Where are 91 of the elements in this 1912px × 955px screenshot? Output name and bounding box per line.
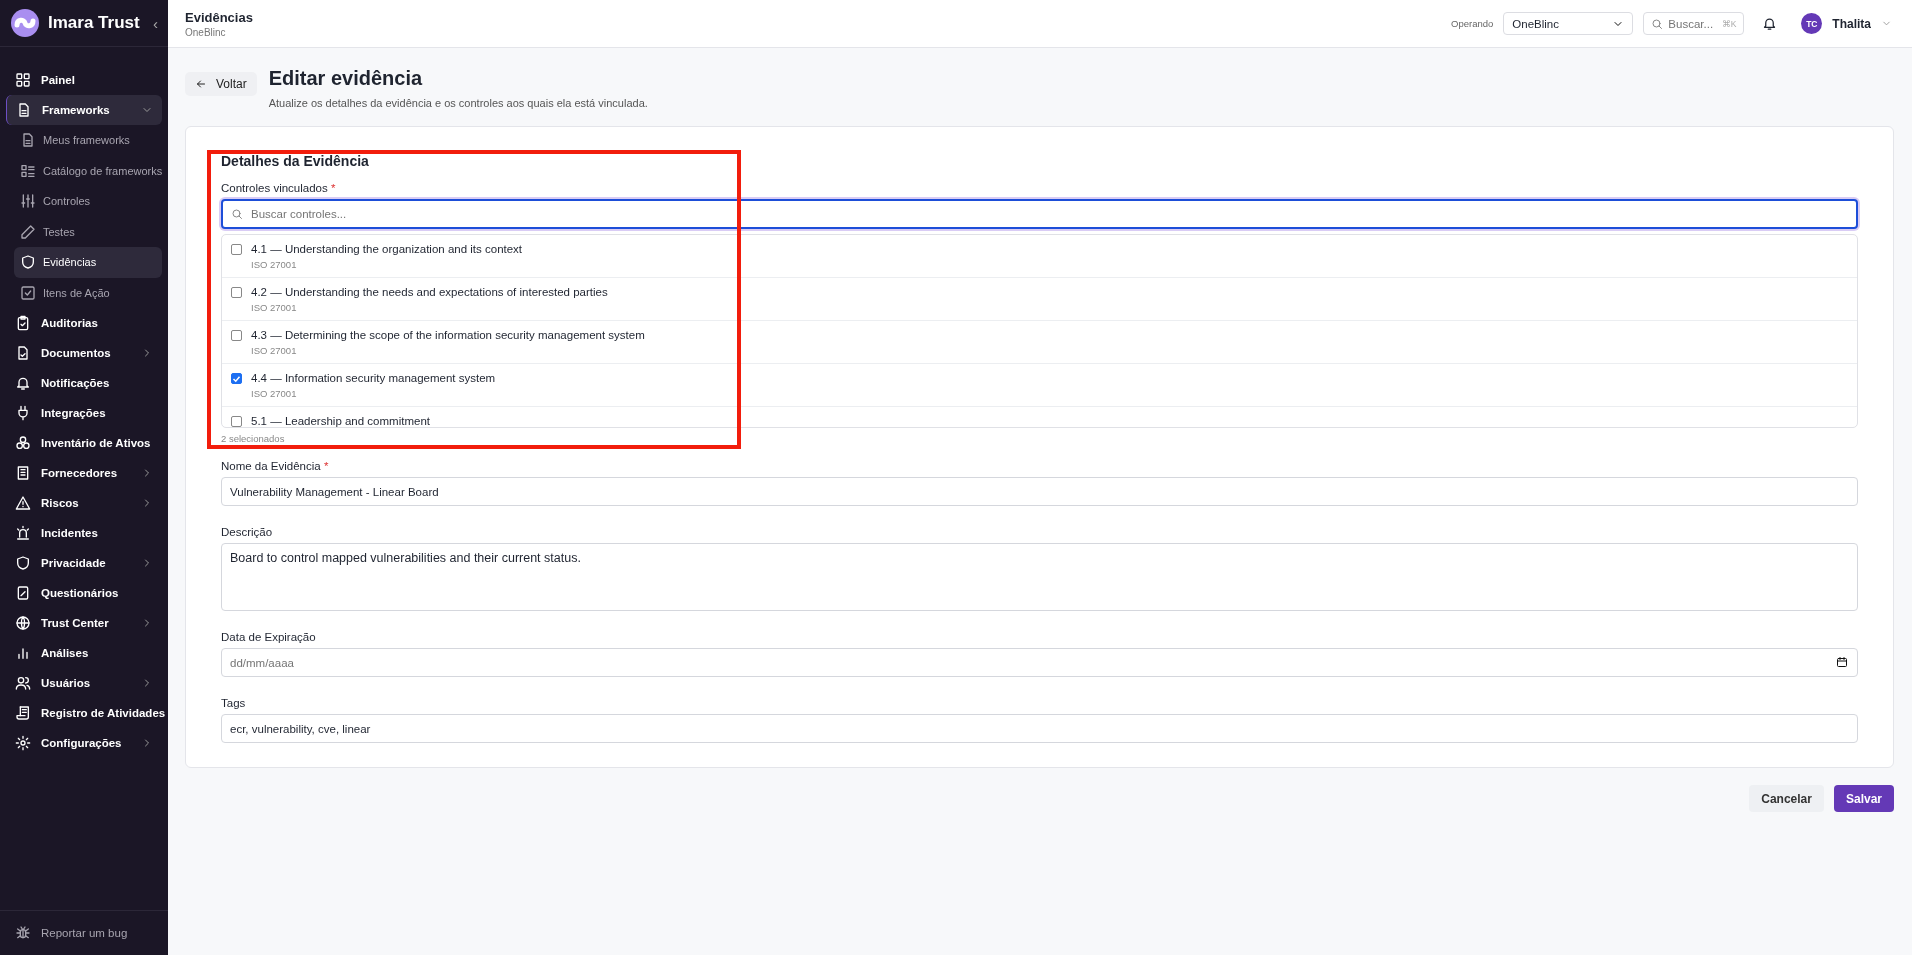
bar-chart-icon: [15, 645, 31, 661]
sidebar-item[interactable]: Questionários: [6, 578, 162, 608]
control-title: 5.1 — Leadership and commitment: [251, 415, 430, 427]
back-button[interactable]: Voltar: [185, 72, 257, 96]
siren-icon: [15, 525, 31, 541]
control-title: 4.3 — Determining the scope of the information security management system: [251, 329, 645, 341]
sidebar-item[interactable]: Integrações: [6, 398, 162, 428]
document-icon: [20, 132, 36, 149]
pencil-icon: [20, 223, 36, 240]
settings-icon: [15, 735, 31, 751]
sidebar-item[interactable]: Riscos: [6, 488, 162, 518]
control-title: 4.1 — Understanding the organization and its context: [251, 243, 523, 255]
cancel-button[interactable]: Cancelar: [1749, 785, 1824, 812]
checkbox[interactable]: [231, 373, 242, 384]
sidebar-subitem[interactable]: Evidências: [14, 247, 162, 278]
page-description: Atualize os detalhes da evidência e os controles aos quais ela está vinculada.: [268, 97, 648, 109]
boxes-icon: [15, 435, 31, 451]
globe-icon: [15, 615, 31, 631]
report-bug-link[interactable]: Reportar um bug: [0, 910, 168, 955]
sidebar-subitem[interactable]: Testes: [14, 216, 162, 247]
scroll-icon: [15, 705, 31, 721]
field-label: Controles vinculados *: [221, 182, 337, 194]
list-icon: [20, 162, 36, 179]
bug-icon: [15, 925, 31, 941]
selected-count: 2 selecionados: [221, 433, 286, 444]
page-title: Editar evidência: [268, 67, 424, 90]
warning-icon: [15, 495, 31, 511]
framework-name: ISO 27001: [251, 388, 298, 399]
sidebar-item[interactable]: Incidentes: [6, 518, 162, 548]
plug-icon: [15, 405, 31, 421]
framework-name: ISO 27001: [251, 302, 298, 313]
sidebar-item[interactable]: Inventário de Ativos: [6, 428, 162, 458]
section-title: Detalhes da Evidência: [221, 153, 370, 169]
framework-name: ISO 27001: [251, 259, 298, 270]
user-avatar[interactable]: TC: [1801, 13, 1823, 34]
sidebar-subitem[interactable]: Catálogo de frameworks: [14, 155, 162, 186]
checkbox[interactable]: [231, 416, 242, 427]
sidebar-item[interactable]: Privacidade: [6, 548, 162, 578]
controls-search-field[interactable]: Buscar controles...: [221, 199, 1858, 229]
checkbox[interactable]: [231, 330, 242, 341]
checkbox-icon: [20, 284, 36, 301]
shortcut-hint: ⌘K: [1721, 19, 1737, 29]
document-icon: [15, 345, 31, 361]
sidebar-item[interactable]: Notificações: [6, 368, 162, 398]
sidebar-item[interactable]: Análises: [6, 638, 162, 668]
sidebar-subitem[interactable]: Controles: [14, 186, 162, 217]
clipboard-icon: [15, 315, 31, 331]
checkbox[interactable]: [231, 287, 242, 298]
arrow-left-icon: [195, 78, 207, 90]
save-button[interactable]: Salvar: [1833, 785, 1894, 812]
field-label: Data de Expiração: [221, 631, 317, 643]
field-label: Descrição: [221, 526, 274, 538]
sidebar-subitem[interactable]: Itens de Ação: [14, 277, 162, 308]
field-label: Nome da Evidência *: [221, 460, 330, 472]
document-icon: [16, 102, 32, 118]
sidebar-item[interactable]: Auditorias: [6, 308, 162, 338]
bell-icon: [1762, 16, 1778, 31]
sidebar-subitem[interactable]: Meus frameworks: [14, 125, 162, 156]
sidebar-item[interactable]: Frameworks: [6, 95, 162, 125]
bell-icon: [15, 375, 31, 391]
organization-subtitle: OneBlinc: [185, 26, 227, 38]
organization-select[interactable]: OneBlinc: [1503, 12, 1634, 35]
grid-icon: [15, 72, 31, 88]
calendar-icon: [1836, 656, 1848, 668]
evidence-name-field[interactable]: Vulnerability Management - Linear Board: [221, 477, 1858, 506]
sidebar-item[interactable]: Painel: [6, 65, 162, 95]
framework-name: ISO 27001: [251, 345, 298, 356]
search-icon: [231, 208, 243, 220]
search-icon: [1651, 18, 1664, 30]
logo-icon: [10, 8, 40, 38]
collapse-button[interactable]: ‹: [153, 14, 158, 32]
sidebar-item[interactable]: Trust Center: [6, 608, 162, 638]
operating-label: Operando: [1451, 18, 1494, 29]
checkbox[interactable]: [231, 244, 242, 255]
sidebar-item[interactable]: Documentos: [6, 338, 162, 368]
shield-icon: [15, 555, 31, 571]
control-title: 4.4 — Information security management system: [251, 372, 496, 384]
shield-icon: [20, 254, 36, 271]
user-name[interactable]: Thalita: [1832, 16, 1871, 31]
sidebar-item[interactable]: Configurações: [6, 728, 162, 758]
expiration-date-field[interactable]: dd/mm/aaaa: [221, 648, 1858, 677]
description-field[interactable]: Board to control mapped vulnerabilities and their current status.: [221, 543, 1858, 611]
control-title: 4.2 — Understanding the needs and expectations of interested parties: [251, 286, 608, 298]
sliders-icon: [20, 193, 36, 210]
tags-field[interactable]: ecr, vulnerability, cve, linear: [221, 714, 1858, 743]
page-header-title: Evidências: [185, 9, 253, 25]
sidebar-item[interactable]: Fornecedores: [6, 458, 162, 488]
field-label: Tags: [221, 697, 247, 709]
sidebar-item[interactable]: Usuários: [6, 668, 162, 698]
users-icon: [15, 675, 31, 691]
brand-name: Imara Trust: [48, 13, 140, 33]
